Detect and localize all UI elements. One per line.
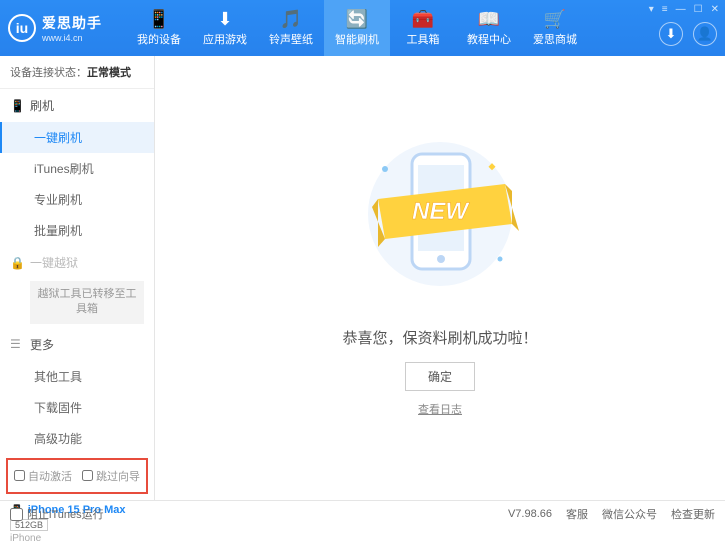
nav-icon: 📱	[148, 9, 170, 29]
user-icon[interactable]: 👤	[693, 22, 717, 46]
nav-label: 铃声壁纸	[269, 31, 313, 47]
logo: iu 爱思助手 www.i4.cn	[8, 13, 126, 43]
svg-text:NEW: NEW	[412, 198, 470, 225]
nav-4[interactable]: 🧰 工具箱	[390, 0, 456, 56]
nav-label: 我的设备	[137, 31, 181, 47]
section-more[interactable]: ☰ 更多	[0, 328, 154, 361]
sidebar-item[interactable]: iTunes刷机	[0, 153, 154, 184]
phone-icon: 📱	[10, 99, 24, 113]
nav-3[interactable]: 🔄 智能刷机	[324, 0, 390, 56]
footer-wechat[interactable]: 微信公众号	[602, 506, 657, 522]
skip-guide-checkbox[interactable]: 跳过向导	[82, 468, 140, 484]
nav-6[interactable]: 🛒 爱思商城	[522, 0, 588, 56]
nav-label: 智能刷机	[335, 31, 379, 47]
device-status: 设备连接状态：正常模式	[0, 56, 154, 89]
menu-icon[interactable]: ▾	[649, 4, 654, 15]
options-box: 自动激活 跳过向导	[6, 458, 148, 494]
jailbreak-note: 越狱工具已转移至工具箱	[30, 281, 144, 324]
nav-icon: ⬇	[217, 9, 232, 29]
nav-icon: 📖	[478, 9, 500, 29]
section-flash[interactable]: 📱 刷机	[0, 89, 154, 122]
header-right: ⬇ 👤	[659, 0, 717, 56]
sidebar-item[interactable]: 一键刷机	[0, 122, 154, 153]
sidebar-item[interactable]: 批量刷机	[0, 215, 154, 246]
header: ▾ ≡ — ☐ ✕ iu 爱思助手 www.i4.cn 📱我的设备⬇应用游戏🎵铃…	[0, 0, 725, 56]
download-icon[interactable]: ⬇	[659, 22, 683, 46]
nav-icon: 🔄	[346, 9, 368, 29]
nav-1[interactable]: ⬇ 应用游戏	[192, 0, 258, 56]
footer-support[interactable]: 客服	[566, 506, 588, 522]
menu-icon: ☰	[10, 337, 24, 351]
section-jailbreak[interactable]: 🔒 一键越狱	[0, 246, 154, 279]
nav-icon: 🎵	[280, 9, 302, 29]
sidebar-item[interactable]: 其他工具	[0, 361, 154, 392]
view-log-link[interactable]: 查看日志	[418, 401, 462, 417]
nav-5[interactable]: 📖 教程中心	[456, 0, 522, 56]
success-illustration: NEW	[340, 129, 540, 309]
nav-label: 教程中心	[467, 31, 511, 47]
lock-icon: 🔒	[10, 256, 24, 270]
app-title: 爱思助手	[42, 13, 102, 33]
sidebar-item[interactable]: 专业刷机	[0, 184, 154, 215]
logo-icon: iu	[8, 14, 36, 42]
nav-2[interactable]: 🎵 铃声壁纸	[258, 0, 324, 56]
nav-icon: 🧰	[412, 9, 434, 29]
top-nav: 📱 我的设备 ⬇ 应用游戏 🎵 铃声壁纸 🔄 智能刷机 🧰 工具箱 📖 教程中心 🛒 爱思商城	[126, 0, 588, 56]
version-label: V7.98.66	[508, 508, 552, 520]
footer-update[interactable]: 检查更新	[671, 506, 715, 522]
success-message: 恭喜您，保资料刷机成功啦！	[342, 327, 537, 348]
content: NEW 恭喜您，保资料刷机成功啦！ 确定 查看日志	[155, 56, 725, 500]
auto-activate-checkbox[interactable]: 自动激活	[14, 468, 72, 484]
app-url: www.i4.cn	[42, 33, 102, 43]
sidebar-item[interactable]: 下载固件	[0, 392, 154, 423]
nav-label: 工具箱	[407, 31, 440, 47]
nav-icon: 🛒	[544, 9, 566, 29]
nav-0[interactable]: 📱 我的设备	[126, 0, 192, 56]
block-itunes-checkbox[interactable]: 阻止iTunes运行	[10, 506, 104, 522]
nav-label: 爱思商城	[533, 31, 577, 47]
ok-button[interactable]: 确定	[405, 362, 475, 391]
nav-label: 应用游戏	[203, 31, 247, 47]
device-type: iPhone	[10, 533, 144, 544]
sidebar-item[interactable]: 高级功能	[0, 423, 154, 454]
sidebar: 设备连接状态：正常模式 📱 刷机 一键刷机iTunes刷机专业刷机批量刷机 🔒 …	[0, 56, 155, 500]
